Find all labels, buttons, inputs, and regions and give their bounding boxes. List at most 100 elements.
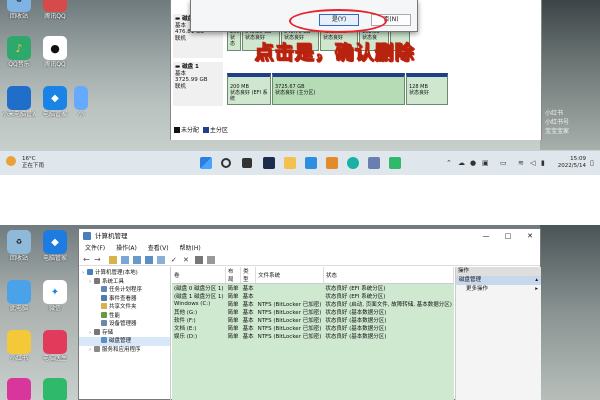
tree-node[interactable]: 任务计划程序 xyxy=(79,286,170,295)
tree-node[interactable]: 设备管理器 xyxy=(79,320,170,329)
tree-node[interactable]: › 服务和应用程序 xyxy=(79,345,170,355)
volume-icon[interactable]: ◁ xyxy=(530,159,535,167)
volume-row[interactable]: (磁盘 0 磁盘分区 1) 简单 基本 状态良好 (EFI 系统分区) xyxy=(172,284,454,292)
disk-1-primary-partition[interactable]: 3725.67 GB 状态良好 (主分区) xyxy=(272,73,405,105)
menu-file[interactable]: 文件(F) xyxy=(85,245,105,252)
desktop-icon-pc-manager[interactable]: 小米电脑管家 xyxy=(2,86,36,118)
wechat-icon[interactable] xyxy=(389,157,401,169)
volume-cell: 基本 xyxy=(242,286,254,292)
desktop-icon-security[interactable]: ◆ 电脑管家 xyxy=(38,86,72,118)
volume-row[interactable]: 娱乐 (D:) 简单 基本 NTFS (BitLocker 已加密) 状态良好 (基本数… xyxy=(172,332,454,340)
column-header-layout[interactable]: 布局 xyxy=(225,267,242,284)
title-bar[interactable]: 计算机管理 — □ ✕ xyxy=(79,229,540,243)
check-icon[interactable]: ✓ xyxy=(171,256,179,264)
desktop-icon-app[interactable] xyxy=(2,378,36,400)
view-icon[interactable] xyxy=(157,256,165,264)
partition-legend: 未分配 主分区 xyxy=(174,125,228,134)
tree-node[interactable]: › 计算机管理(本地) xyxy=(79,269,170,278)
folder-up-icon[interactable] xyxy=(109,256,117,264)
menu-help[interactable]: 帮助(H) xyxy=(180,245,201,252)
tree-node-icon xyxy=(94,328,100,335)
desktop-icon-label: 微信 xyxy=(48,305,61,312)
tray-app-icon[interactable]: ● xyxy=(470,159,476,167)
desktop-icon-recycle-bin[interactable]: ♻ 回收站 xyxy=(2,0,36,20)
layout-icon[interactable] xyxy=(195,256,203,264)
clock[interactable]: 15:09 2022/5/14 xyxy=(558,156,586,170)
actions-disk-management[interactable]: 磁盘管理 ▴ xyxy=(456,276,541,285)
tray-app-icon[interactable]: ▭ xyxy=(500,159,507,167)
volume-cell: 简单 xyxy=(227,310,239,316)
task-view-icon[interactable] xyxy=(242,158,252,168)
menu-bar: 文件(F) 操作(A) 查看(V) 帮助(H) xyxy=(79,243,540,254)
battery-icon[interactable]: ▮ xyxy=(541,159,545,167)
tray-app-icon[interactable]: ▣ xyxy=(482,159,489,167)
column-header-filesystem[interactable]: 文件系统 xyxy=(255,267,324,284)
volume-row[interactable]: Windows (C:) 简单 基本 NTFS (BitLocker 已加密) 状态良好… xyxy=(172,300,454,308)
more-actions[interactable]: 更多操作 ▸ xyxy=(456,285,541,294)
tree-node[interactable]: › 存储 xyxy=(79,328,170,338)
properties-icon[interactable] xyxy=(133,256,141,264)
rescan-icon[interactable] xyxy=(207,256,215,264)
delete-icon[interactable]: ✕ xyxy=(183,256,191,264)
tree-node[interactable]: 磁盘管理 xyxy=(79,337,170,346)
actions-section-label: 磁盘管理 xyxy=(459,277,482,283)
volume-row[interactable]: 文档 (E:) 简单 基本 NTFS (BitLocker 已加密) 状态良好 (基本数… xyxy=(172,324,454,332)
column-header-type[interactable]: 类型 xyxy=(240,267,257,284)
desktop-icon-folder[interactable]: 小红书 xyxy=(2,330,36,362)
weather-tray-icon[interactable]: ☁ xyxy=(458,159,465,167)
search-icon[interactable] xyxy=(221,158,231,168)
volume-cell: 简单 xyxy=(227,302,239,308)
desktop-icon-app[interactable]: 电脑医生 xyxy=(38,330,72,362)
start-icon[interactable] xyxy=(200,157,212,169)
close-button[interactable]: ✕ xyxy=(520,229,540,243)
mail-icon[interactable] xyxy=(305,157,317,169)
disk-1-partition[interactable]: 128 MB 状态良好 xyxy=(406,73,448,105)
legend-unallocated: 未分配 xyxy=(181,127,200,134)
menu-action[interactable]: 操作(A) xyxy=(116,245,137,252)
desktop-icon-label: 小 xyxy=(77,111,84,118)
forward-arrow-icon[interactable]: → xyxy=(94,256,102,264)
desktop-icon-qq[interactable]: ● 腾讯QQ xyxy=(38,36,72,68)
back-arrow-icon[interactable]: ← xyxy=(83,256,91,264)
weather-widget[interactable]: 16°C 正在下雨 xyxy=(22,156,44,169)
tree-node[interactable]: 性能 xyxy=(79,311,170,321)
desktop-icon-app[interactable] xyxy=(38,378,72,400)
qq-penguin-icon: ● xyxy=(43,36,67,60)
disk-1-efi-partition[interactable]: 200 MB 状态良好 (EFI 系统 xyxy=(227,73,271,105)
desktop-icon-this-pc[interactable]: 此电脑 xyxy=(2,280,36,312)
wifi-icon[interactable]: ≋ xyxy=(518,159,524,167)
help-icon[interactable] xyxy=(145,256,153,264)
notification-icon[interactable]: ▯ xyxy=(590,159,594,167)
folder-icon[interactable] xyxy=(326,157,338,169)
chevron-up-icon[interactable]: ⌃ xyxy=(446,159,452,167)
tree-node[interactable]: 事件查看器 xyxy=(79,294,170,304)
tree-node[interactable]: › 系统工具 xyxy=(79,277,170,287)
volume-row[interactable]: 软件 (F:) 简单 基本 NTFS (BitLocker 已加密) 状态良好 (基本数… xyxy=(172,316,454,324)
volume-table-header: 卷 布局 类型 文件系统 状态 xyxy=(172,267,455,284)
desktop-icon-recycle-bin[interactable]: ♻ 回收站 xyxy=(2,230,36,262)
desktop-icon-partial[interactable]: 小 xyxy=(74,86,88,118)
edge-icon[interactable] xyxy=(347,157,359,169)
tree-node[interactable]: 共享文件夹 xyxy=(79,303,170,312)
toolbar: ← → ✓ ✕ xyxy=(79,254,540,266)
desktop-icon-app[interactable]: ✦ 微信 xyxy=(38,280,72,312)
desktop-icon-qq-music[interactable]: ♪ QQ音乐 xyxy=(2,36,36,68)
actions-pane: 操作 磁盘管理 ▴ 更多操作 ▸ xyxy=(455,267,541,400)
console-tree-icon[interactable] xyxy=(121,256,129,264)
disk-0-status: 联机 xyxy=(175,35,187,42)
volume-row[interactable]: (磁盘 1 磁盘分区 1) 简单 基本 状态良好 (EFI 系统分区) xyxy=(172,292,454,300)
maximize-button[interactable]: □ xyxy=(498,229,518,243)
file-explorer-icon[interactable] xyxy=(284,157,296,169)
volume-row[interactable]: 其他 (G:) 简单 基本 NTFS (BitLocker 已加密) 状态良好 (基本数… xyxy=(172,308,454,316)
column-header-volume[interactable]: 卷 xyxy=(172,267,227,284)
computer-management-icon[interactable] xyxy=(368,157,380,169)
weather-icon[interactable] xyxy=(6,156,16,166)
column-header-status[interactable]: 状态 xyxy=(323,267,455,284)
photoshop-icon[interactable] xyxy=(263,157,275,169)
volume-cell: 简单 xyxy=(227,326,239,332)
minimize-button[interactable]: — xyxy=(476,229,496,243)
menu-view[interactable]: 查看(V) xyxy=(148,245,169,252)
desktop-icon-security[interactable]: ◆ 电脑管家 xyxy=(38,230,72,262)
desktop-icon-qq-top[interactable]: 腾讯QQ xyxy=(38,0,72,20)
tree-node-icon xyxy=(101,294,107,301)
